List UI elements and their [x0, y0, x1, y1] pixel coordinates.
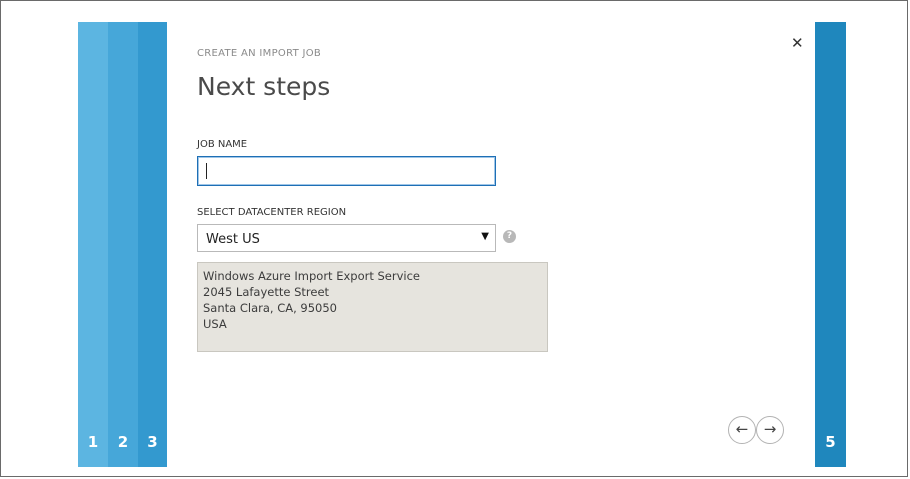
- job-name-input[interactable]: [197, 156, 496, 186]
- wizard-step-2[interactable]: 2: [108, 22, 138, 467]
- import-job-dialog: ✕ CREATE AN IMPORT JOB Next steps JOB NA…: [167, 22, 815, 467]
- address-line: USA: [203, 317, 227, 331]
- step-number: 2: [117, 433, 129, 451]
- region-select[interactable]: West US ▼: [197, 224, 496, 252]
- dialog-title: Next steps: [197, 72, 331, 101]
- text-caret: [206, 163, 207, 179]
- caret-down-icon: ▼: [481, 231, 489, 242]
- address-line: Santa Clara, CA, 95050: [203, 301, 337, 315]
- region-label: SELECT DATACENTER REGION: [197, 207, 347, 218]
- step-number: 3: [147, 433, 158, 451]
- close-icon[interactable]: ✕: [791, 34, 804, 52]
- address-line: Windows Azure Import Export Service: [203, 269, 421, 283]
- region-selected-value: West US: [206, 232, 260, 247]
- wizard-step-1[interactable]: 1: [78, 22, 108, 467]
- arrow-right-icon: →: [763, 420, 777, 438]
- arrow-left-icon: ←: [735, 420, 749, 438]
- step-number: 5: [825, 433, 836, 451]
- dialog-eyebrow: CREATE AN IMPORT JOB: [197, 48, 322, 59]
- step-number: 1: [87, 433, 99, 451]
- wizard-step-5[interactable]: 5: [815, 22, 846, 467]
- address-line: 2045 Lafayette Street: [203, 285, 330, 299]
- previous-button[interactable]: ←: [728, 416, 756, 444]
- help-icon[interactable]: ?: [503, 230, 516, 243]
- datacenter-address: Windows Azure Import Export Service 2045…: [197, 262, 548, 352]
- wizard-step-3[interactable]: 3: [138, 22, 167, 467]
- next-button[interactable]: →: [756, 416, 784, 444]
- job-name-label: JOB NAME: [197, 139, 248, 150]
